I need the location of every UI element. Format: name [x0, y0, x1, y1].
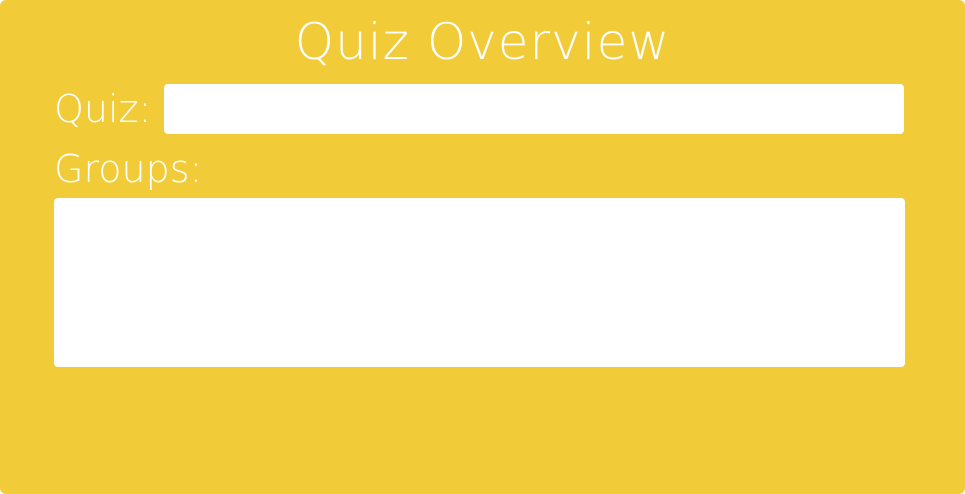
quiz-overview-panel: Quiz Overview Quiz: Groups:: [0, 0, 965, 494]
quiz-input[interactable]: [164, 84, 904, 134]
groups-field[interactable]: [54, 198, 905, 367]
groups-label: Groups:: [54, 147, 203, 191]
page-title: Quiz Overview: [294, 13, 671, 71]
quiz-label: Quiz:: [54, 87, 152, 131]
